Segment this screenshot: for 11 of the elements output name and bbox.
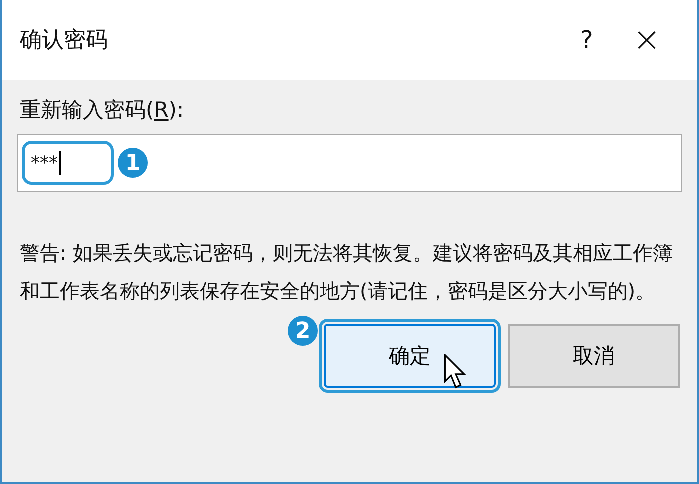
window-title: 确认密码 — [20, 27, 109, 55]
callout-badge: 2 — [288, 316, 318, 346]
dialog-button[interactable]: 取消 — [508, 324, 680, 388]
help-button[interactable]: ? — [557, 26, 617, 54]
callout-badge: 1 — [118, 148, 148, 178]
password-value: *** — [22, 141, 114, 185]
field-label: 重新输入密码(R): — [20, 97, 186, 124]
warning-text: 警告: 如果丢失或忘记密码，则无法将其恢复。建议将密码及其相应工作簿和工作表名称的列表保存在安全的地方(请记住，密码是区分大小写的)。 — [20, 240, 674, 305]
mouse-cursor-icon — [444, 354, 468, 390]
close-button[interactable]: × — [617, 20, 677, 60]
password-field[interactable]: *** 1 — [17, 134, 682, 192]
